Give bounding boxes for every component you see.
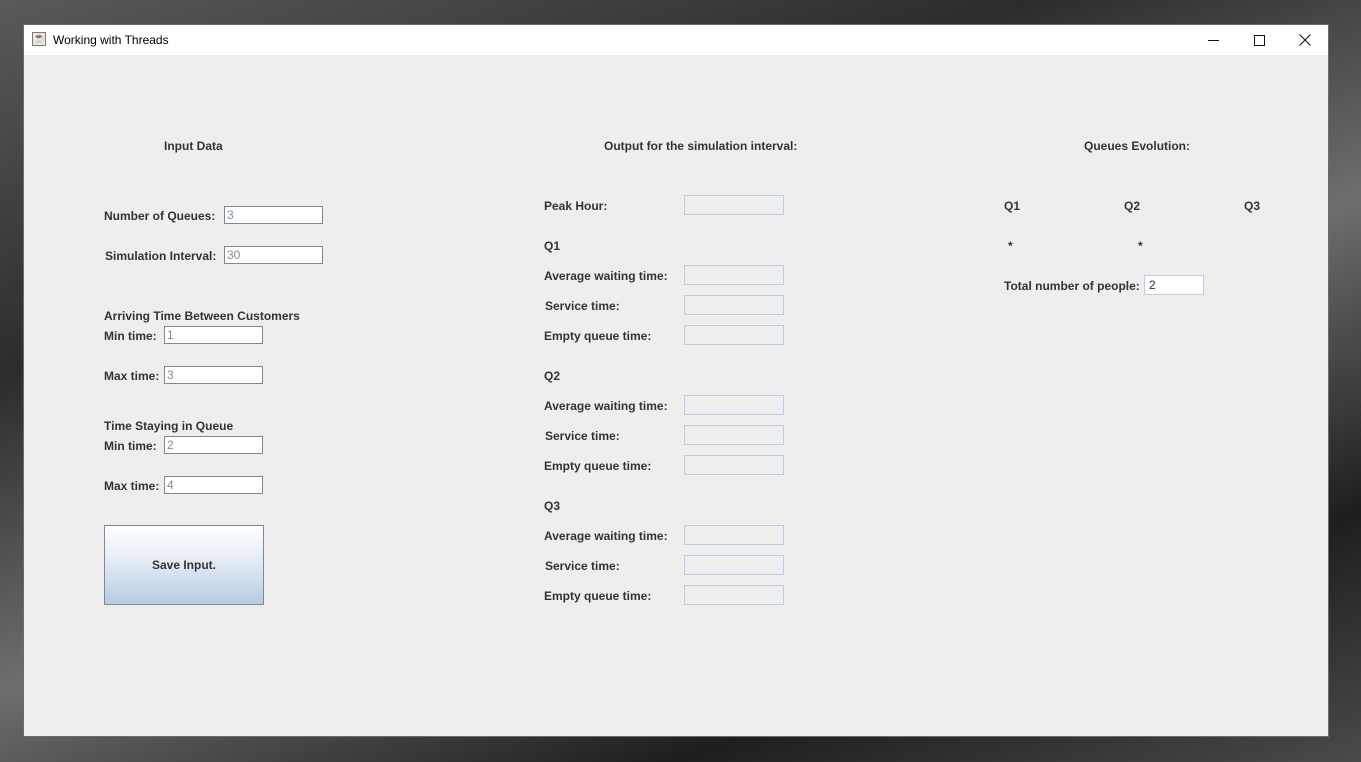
q1-empty-queue-field[interactable] xyxy=(684,325,784,345)
q3-avg-waiting-label: Average waiting time: xyxy=(544,529,668,543)
peak-hour-field[interactable] xyxy=(684,195,784,215)
q3-service-time-label: Service time: xyxy=(545,559,620,573)
q3-empty-queue-label: Empty queue time: xyxy=(544,589,652,603)
minimize-button[interactable] xyxy=(1190,25,1236,55)
total-people-field[interactable] xyxy=(1144,275,1204,295)
q2-avg-waiting-field[interactable] xyxy=(684,395,784,415)
arriving-time-heading: Arriving Time Between Customers xyxy=(104,309,300,323)
total-people-label: Total number of people: xyxy=(1004,279,1140,293)
q2-avg-waiting-label: Average waiting time: xyxy=(544,399,668,413)
q1-service-time-label: Service time: xyxy=(545,299,620,313)
evolution-q2-content: * xyxy=(1138,239,1143,253)
evolution-q3-label: Q3 xyxy=(1244,199,1261,213)
evolution-q1-label: Q1 xyxy=(1004,199,1021,213)
arriving-max-input[interactable] xyxy=(164,366,263,384)
q3-avg-waiting-field[interactable] xyxy=(684,525,784,545)
main-window: ☕ Working with Threads Input Data Number… xyxy=(24,25,1328,736)
output-q2-heading: Q2 xyxy=(544,369,561,383)
output-heading: Output for the simulation interval: xyxy=(604,139,798,153)
q2-empty-queue-field[interactable] xyxy=(684,455,784,475)
arriving-max-label: Max time: xyxy=(104,369,160,383)
staying-min-input[interactable] xyxy=(164,436,263,454)
q3-service-time-field[interactable] xyxy=(684,555,784,575)
window-title: Working with Threads xyxy=(53,33,169,47)
q1-service-time-field[interactable] xyxy=(684,295,784,315)
q1-empty-queue-label: Empty queue time: xyxy=(544,329,652,343)
q2-service-time-label: Service time: xyxy=(545,429,620,443)
staying-time-heading: Time Staying in Queue xyxy=(104,419,234,433)
num-queues-input[interactable] xyxy=(224,206,323,224)
q1-avg-waiting-label: Average waiting time: xyxy=(544,269,668,283)
num-queues-label: Number of Queues: xyxy=(104,209,216,223)
evolution-q1-content: * xyxy=(1008,239,1013,253)
title-bar[interactable]: ☕ Working with Threads xyxy=(24,25,1328,55)
output-q3-heading: Q3 xyxy=(544,499,561,513)
close-icon xyxy=(1299,34,1311,46)
minimize-icon xyxy=(1207,39,1219,41)
q3-empty-queue-field[interactable] xyxy=(684,585,784,605)
staying-max-label: Max time: xyxy=(104,479,160,493)
arriving-min-input[interactable] xyxy=(164,326,263,344)
peak-hour-label: Peak Hour: xyxy=(544,199,608,213)
staying-min-label: Min time: xyxy=(104,439,157,453)
q2-empty-queue-label: Empty queue time: xyxy=(544,459,652,473)
arriving-min-label: Min time: xyxy=(104,329,157,343)
sim-interval-label: Simulation Interval: xyxy=(105,249,217,263)
maximize-icon xyxy=(1253,34,1265,46)
maximize-button[interactable] xyxy=(1236,25,1282,55)
output-q1-heading: Q1 xyxy=(544,239,561,253)
sim-interval-input[interactable] xyxy=(224,246,323,264)
staying-max-input[interactable] xyxy=(164,476,263,494)
save-input-button[interactable]: Save Input. xyxy=(104,525,264,605)
q2-service-time-field[interactable] xyxy=(684,425,784,445)
queues-evolution-heading: Queues Evolution: xyxy=(1084,139,1191,153)
java-app-icon: ☕ xyxy=(32,32,46,46)
input-data-heading: Input Data xyxy=(164,139,223,153)
q1-avg-waiting-field[interactable] xyxy=(684,265,784,285)
evolution-q2-label: Q2 xyxy=(1124,199,1141,213)
close-button[interactable] xyxy=(1282,25,1328,55)
